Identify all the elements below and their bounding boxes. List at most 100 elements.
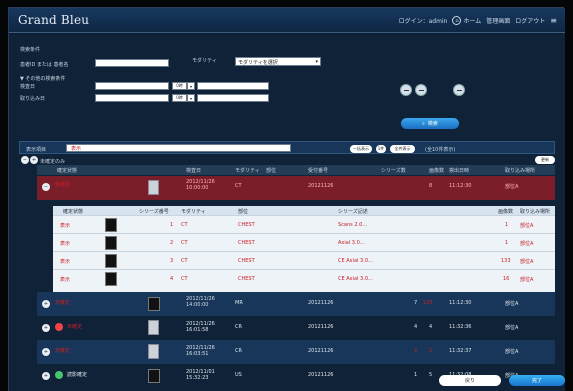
hamburger-icon[interactable]: ≡ bbox=[550, 16, 557, 25]
table-row[interactable]: − 未確定 2012/11/26 10:00:00 CT 20121126 8 … bbox=[37, 176, 555, 200]
series-count: 133 bbox=[501, 258, 511, 264]
date-from-picker[interactable]: ▾ bbox=[187, 82, 195, 90]
logout-link[interactable]: ログアウト bbox=[515, 16, 545, 25]
other-search-label[interactable]: ▼ その他の検索条件 bbox=[20, 75, 65, 82]
series-header: 確定状態 シリーズ番号 モダリティ 部位 シリーズ記述 画像数 取り込み場所 bbox=[53, 206, 555, 215]
table-row[interactable]: + 未確定 2012/11/26 16:03:51 CR 20121126 2 … bbox=[37, 340, 555, 364]
search-button-label: 検索 bbox=[427, 121, 438, 127]
row-expand-button[interactable]: + bbox=[42, 348, 50, 356]
clear-received-button[interactable] bbox=[415, 84, 427, 96]
row-detect: 11:12:30 bbox=[449, 183, 472, 189]
clear-date-button[interactable] bbox=[400, 84, 412, 96]
series-row[interactable]: 表示 1 CT CHEST Scans 2.0... 1 部位A bbox=[53, 215, 555, 233]
received-label: 取り込み日 bbox=[20, 96, 46, 102]
unconfirmed-toggle[interactable]: 未確定のみ bbox=[40, 158, 65, 165]
complete-button[interactable]: 完了 bbox=[509, 375, 565, 386]
series-row[interactable]: 表示 3 CT CHEST CE Axial 3.0... 133 部位A bbox=[53, 251, 555, 269]
row-detect: 11:12:30 bbox=[449, 300, 472, 306]
received-from-time[interactable]: 0時 bbox=[172, 94, 187, 102]
received-to-input[interactable] bbox=[197, 94, 269, 102]
series-desc: Axial 3.0... bbox=[338, 240, 365, 246]
all-display-button[interactable]: 一括表示 bbox=[350, 145, 372, 153]
row-thumbnail[interactable] bbox=[148, 180, 159, 195]
series-count: 1 bbox=[505, 240, 509, 246]
received-from-picker[interactable]: ▾ bbox=[187, 94, 195, 102]
collapse-all-button[interactable]: − bbox=[21, 156, 29, 164]
login-link[interactable]: ログイン：admin bbox=[399, 16, 448, 25]
series-thumbnail[interactable] bbox=[105, 218, 117, 232]
header-series: シリーズ数 bbox=[381, 168, 406, 174]
series-number: 2 bbox=[170, 240, 174, 246]
date-to-input[interactable] bbox=[197, 82, 269, 90]
series-table: 確定状態 シリーズ番号 モダリティ 部位 シリーズ記述 画像数 取り込み場所 表… bbox=[53, 206, 555, 292]
series-thumbnail[interactable] bbox=[105, 272, 117, 286]
home-link-label: ホーム bbox=[463, 18, 482, 25]
expand-all-button[interactable]: + bbox=[30, 156, 38, 164]
row-state: 未確定 bbox=[55, 348, 71, 354]
header-place: 取り込み場所 bbox=[505, 168, 536, 174]
series-row[interactable]: 表示 4 CT CHEST CE Axial 3.0... 16 部位A bbox=[53, 269, 555, 287]
row-expand-button[interactable]: + bbox=[42, 324, 50, 332]
date-from-time[interactable]: 0時 bbox=[172, 82, 187, 90]
received-from-input[interactable] bbox=[95, 94, 169, 102]
patient-name-input[interactable] bbox=[95, 59, 169, 67]
row-thumbnail[interactable] bbox=[148, 297, 160, 311]
top-bar: Grand Bleu ログイン：admin ⌂ ホーム 管理画面 ログアウト ≡ bbox=[9, 8, 565, 33]
row-modality: US bbox=[235, 372, 242, 378]
check-icon bbox=[55, 371, 63, 379]
row-expand-button[interactable]: + bbox=[42, 300, 50, 308]
prohibited-icon bbox=[55, 323, 63, 331]
series-count: 16 bbox=[503, 276, 510, 282]
series-modality: CT bbox=[181, 258, 188, 264]
row-modality: CR bbox=[235, 324, 242, 330]
row-images: 4 bbox=[429, 324, 433, 330]
all-show-button[interactable]: 全件表示 bbox=[390, 145, 415, 153]
series-part: CHEST bbox=[238, 240, 255, 246]
series-state: 表示 bbox=[60, 223, 71, 229]
back-button[interactable]: 戻り bbox=[439, 375, 501, 386]
series-place: 部位A bbox=[520, 223, 534, 229]
date-label: 検査日 bbox=[20, 84, 36, 90]
top-links: ログイン：admin ⌂ ホーム 管理画面 ログアウト ≡ bbox=[399, 16, 557, 25]
row-date: 2012/11/26 16:03:51 bbox=[186, 345, 215, 357]
row-accession: 20121126 bbox=[308, 372, 334, 378]
header-detect: 検出日時 bbox=[449, 168, 470, 174]
app-logo: Grand Bleu bbox=[18, 13, 90, 27]
header-date: 検査日 bbox=[186, 168, 202, 174]
series-thumbnail[interactable] bbox=[105, 236, 117, 250]
series-modality: CT bbox=[181, 240, 188, 246]
table-row[interactable]: + 未確定 2012/11/26 14:00:00 MR 20121126 7 … bbox=[37, 292, 555, 316]
series-state: 表示 bbox=[60, 259, 71, 265]
row-date: 2012/11/01 15:32:23 bbox=[186, 369, 215, 381]
series-desc: Scans 2.0... bbox=[338, 222, 368, 228]
admin-link[interactable]: 管理画面 bbox=[486, 16, 510, 25]
series-header-count: 画像数 bbox=[498, 209, 514, 215]
chevron-down-icon: ▾ bbox=[315, 59, 318, 65]
date-from-input[interactable] bbox=[95, 82, 169, 90]
one-count-button[interactable]: 1件 bbox=[376, 145, 386, 153]
series-desc: CE Axial 3.0... bbox=[338, 276, 373, 282]
row-detect: 11:32:36 bbox=[449, 324, 472, 330]
series-place: 部位A bbox=[520, 241, 534, 247]
row-thumbnail[interactable] bbox=[148, 344, 159, 359]
row-accession: 20121126 bbox=[308, 324, 334, 330]
home-link[interactable]: ⌂ ホーム bbox=[452, 16, 481, 25]
refresh-button[interactable]: 更新 bbox=[535, 156, 555, 164]
modality-select[interactable]: モダリティを選択 ▾ bbox=[235, 57, 321, 66]
series-thumbnail[interactable] bbox=[105, 254, 117, 268]
series-desc: CE Axial 3.0... bbox=[338, 258, 373, 264]
row-thumbnail[interactable] bbox=[148, 320, 159, 335]
row-state: 読影確定 bbox=[67, 372, 88, 378]
series-number: 3 bbox=[170, 258, 174, 264]
row-thumbnail[interactable] bbox=[148, 369, 160, 383]
series-row[interactable]: 表示 2 CT CHEST Axial 3.0... 1 部位A bbox=[53, 233, 555, 251]
table-row[interactable]: + 未確定 2012/11/26 16:01:58 CR 20121126 4 … bbox=[37, 316, 555, 340]
remove-condition-button[interactable] bbox=[453, 84, 465, 96]
search-button[interactable]: ⌕ 検索 bbox=[401, 118, 459, 129]
row-series: 7 bbox=[414, 300, 418, 306]
row-expand-button[interactable]: + bbox=[42, 372, 50, 380]
series-part: CHEST bbox=[238, 222, 255, 228]
saved-select[interactable]: 表示 bbox=[66, 144, 291, 152]
header-state: 確定状態 bbox=[57, 168, 78, 174]
row-collapse-button[interactable]: − bbox=[42, 183, 50, 191]
